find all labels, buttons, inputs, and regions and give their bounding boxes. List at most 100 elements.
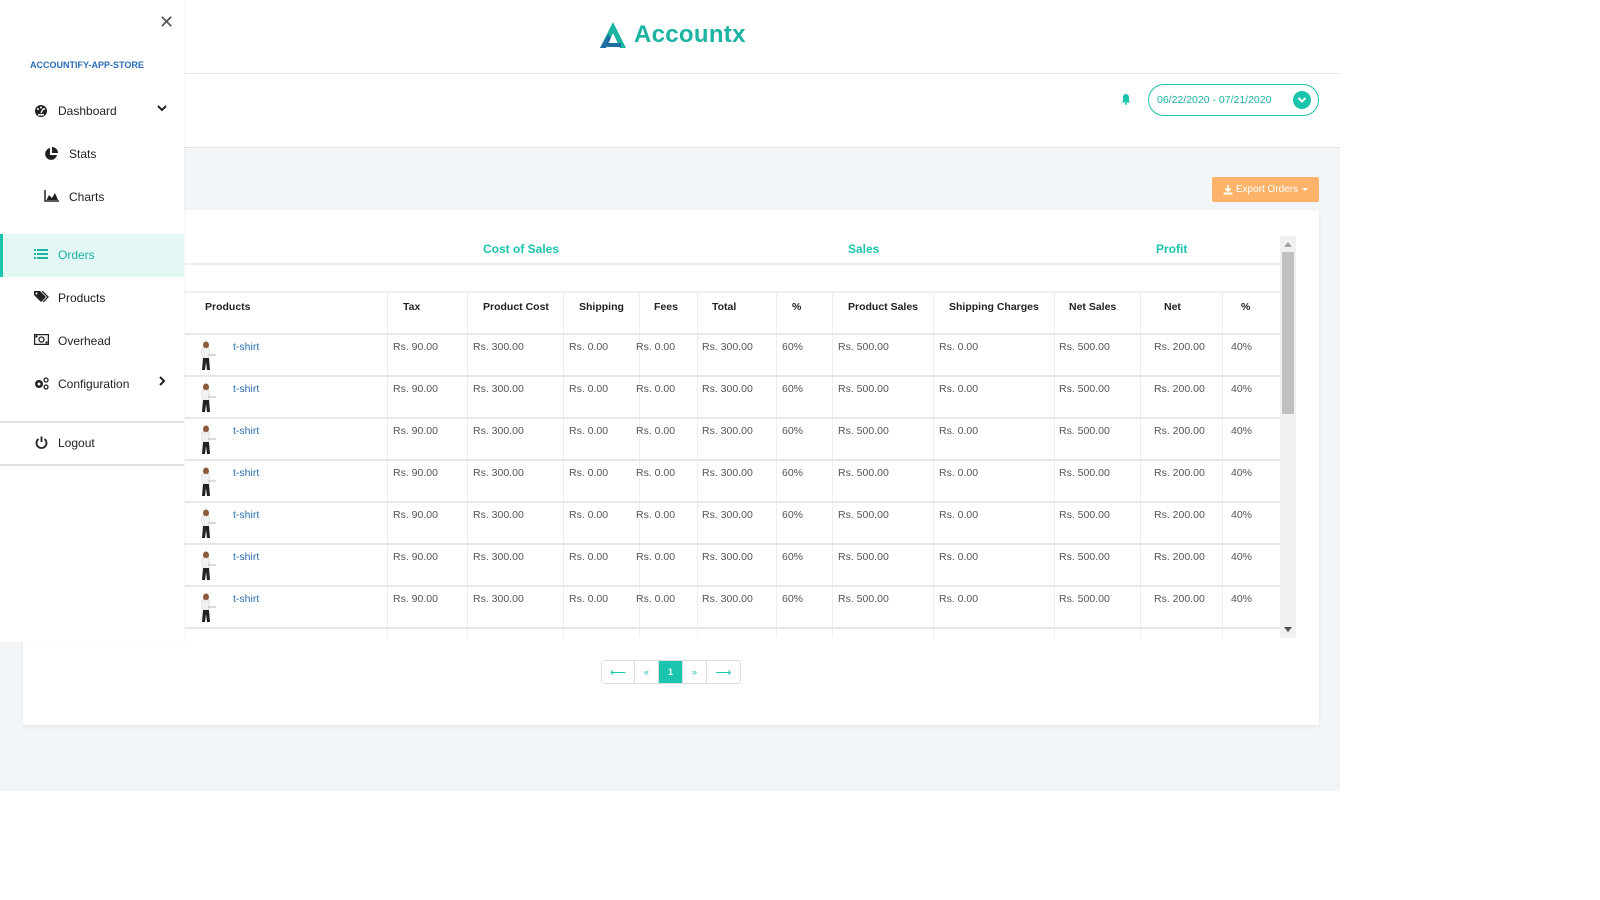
notification-bell-icon[interactable] <box>1120 92 1132 110</box>
product-thumbnail[interactable] <box>197 467 217 497</box>
table-cell: Rs. 0.00 <box>636 341 676 353</box>
table-cell: Rs. 0.00 <box>569 593 609 605</box>
product-link[interactable]: t-shirt <box>233 467 259 479</box>
table-cell: Rs. 0.00 <box>636 593 676 605</box>
table-cell: Rs. 500.00 <box>1059 467 1110 479</box>
product-thumbnail[interactable] <box>197 551 217 581</box>
product-thumbnail[interactable] <box>197 425 217 455</box>
page-1-button[interactable]: 1 <box>659 661 683 683</box>
next-page-button[interactable]: » <box>683 661 707 683</box>
product-thumbnail[interactable] <box>197 341 217 371</box>
chevron-right-icon <box>156 375 168 390</box>
table-cell: Rs. 500.00 <box>838 425 889 437</box>
sidebar-item-label: Configuration <box>58 377 130 391</box>
prev-page-button[interactable]: « <box>635 661 659 683</box>
sidebar-item-dashboard[interactable]: Dashboard <box>0 90 184 133</box>
table-cell: Rs. 300.00 <box>702 383 753 395</box>
table-row: t-shirt Rs. 90.00 Rs. 300.00 Rs. 0.00 Rs. 0.… <box>185 543 1280 585</box>
table-cell: Rs. 0.00 <box>569 383 609 395</box>
table-cell: Rs. 0.00 <box>636 467 676 479</box>
product-link[interactable]: t-shirt <box>233 551 259 563</box>
table-cell: Rs. 200.00 <box>1154 425 1205 437</box>
table-row: t-shirt Rs. 90.00 Rs. 300.00 Rs. 0.00 Rs. 0.… <box>185 501 1280 543</box>
table-cell: Rs. 90.00 <box>393 425 438 437</box>
sidebar-divider <box>0 464 184 466</box>
page: Accountx 06/22/2020 - 07/21/2020 Export … <box>0 0 1340 833</box>
table-cell: Rs. 500.00 <box>1059 509 1110 521</box>
table-cell: 60% <box>782 593 804 605</box>
table-row-partial <box>185 627 1280 638</box>
table-cell: Rs. 90.00 <box>393 467 438 479</box>
sidebar-item-products[interactable]: Products <box>0 277 184 320</box>
table-cell: Rs. 300.00 <box>473 341 524 353</box>
product-link[interactable]: t-shirt <box>233 383 259 395</box>
table-cell: Rs. 300.00 <box>473 509 524 521</box>
pagination: ⟵ « 1 » ⟶ <box>601 660 741 684</box>
table-cell: Rs. 200.00 <box>1154 509 1205 521</box>
table-cell: Rs. 500.00 <box>1059 341 1110 353</box>
table-cell: 60% <box>782 425 804 437</box>
chevron-down-icon[interactable] <box>1293 91 1311 109</box>
scroll-thumb[interactable] <box>1282 252 1294 414</box>
table-cell: Rs. 0.00 <box>569 509 609 521</box>
product-thumbnail[interactable] <box>197 383 217 413</box>
table-cell: Rs. 90.00 <box>393 593 438 605</box>
product-link[interactable]: t-shirt <box>233 509 259 521</box>
table-cell: Rs. 200.00 <box>1154 383 1205 395</box>
table-cell: Rs. 0.00 <box>636 509 676 521</box>
sidebar-item-stats[interactable]: Stats <box>0 133 184 176</box>
table-cell: Rs. 0.00 <box>939 551 979 563</box>
table-cell: 60% <box>782 551 804 563</box>
table-cell: Rs. 300.00 <box>702 425 753 437</box>
sidebar-item-label: Products <box>58 291 106 305</box>
sidebar-item-label: Overhead <box>58 334 111 348</box>
sidebar-item-charts[interactable]: Charts <box>0 176 184 219</box>
product-link[interactable]: t-shirt <box>233 341 259 353</box>
power-icon <box>35 436 51 450</box>
logo-text: Accountx <box>634 21 746 48</box>
dashboard-icon <box>34 104 50 118</box>
close-icon[interactable]: ✕ <box>159 12 174 33</box>
table-row: t-shirt Rs. 90.00 Rs. 300.00 Rs. 0.00 Rs. 0.… <box>185 375 1280 417</box>
sidebar-item-configuration[interactable]: Configuration <box>0 363 184 406</box>
sidebar-item-label: Logout <box>58 436 95 450</box>
table-cell: Rs. 500.00 <box>1059 593 1110 605</box>
table-cell: Rs. 500.00 <box>838 593 889 605</box>
table-cell: Rs. 300.00 <box>473 467 524 479</box>
table-cell: Rs. 300.00 <box>473 425 524 437</box>
export-orders-button[interactable]: Export Orders <box>1212 177 1319 202</box>
product-thumbnail[interactable] <box>197 593 217 623</box>
group-sales: Sales <box>848 242 880 256</box>
sidebar-item-orders[interactable]: Orders <box>0 234 184 277</box>
table-cell: Rs. 200.00 <box>1154 593 1205 605</box>
sidebar-item-label: Charts <box>69 190 105 204</box>
scroll-down-arrow-icon[interactable] <box>1284 627 1292 632</box>
table-cell: Rs. 300.00 <box>702 551 753 563</box>
scroll-up-arrow-icon[interactable] <box>1284 242 1292 247</box>
table-cell: Rs. 300.00 <box>702 593 753 605</box>
table-cell: Rs. 90.00 <box>393 341 438 353</box>
sidebar-item-logout[interactable]: Logout <box>0 422 184 465</box>
table-cell: Rs. 500.00 <box>838 509 889 521</box>
product-thumbnail[interactable] <box>197 509 217 539</box>
table-cell: 40% <box>1231 551 1253 563</box>
table-cell: Rs. 300.00 <box>702 341 753 353</box>
table-cell: Rs. 500.00 <box>838 467 889 479</box>
cogs-icon <box>34 377 50 391</box>
last-page-button[interactable]: ⟶ <box>707 661 740 683</box>
product-link[interactable]: t-shirt <box>233 425 259 437</box>
table-cell: 40% <box>1231 593 1253 605</box>
table-cell: 40% <box>1231 509 1253 521</box>
table-cell: Rs. 90.00 <box>393 383 438 395</box>
product-link[interactable]: t-shirt <box>233 593 259 605</box>
table-scrollbar[interactable] <box>1280 236 1296 638</box>
table-cell: Rs. 0.00 <box>939 425 979 437</box>
first-page-button[interactable]: ⟵ <box>602 661 635 683</box>
table-cell: 60% <box>782 341 804 353</box>
sidebar-item-overhead[interactable]: Overhead <box>0 320 184 363</box>
table-cell: Rs. 300.00 <box>473 551 524 563</box>
caret-down-icon <box>1302 188 1309 191</box>
table-cell: Rs. 0.00 <box>636 383 676 395</box>
date-range-picker[interactable]: 06/22/2020 - 07/21/2020 <box>1148 84 1319 116</box>
logo[interactable]: Accountx <box>598 20 746 50</box>
